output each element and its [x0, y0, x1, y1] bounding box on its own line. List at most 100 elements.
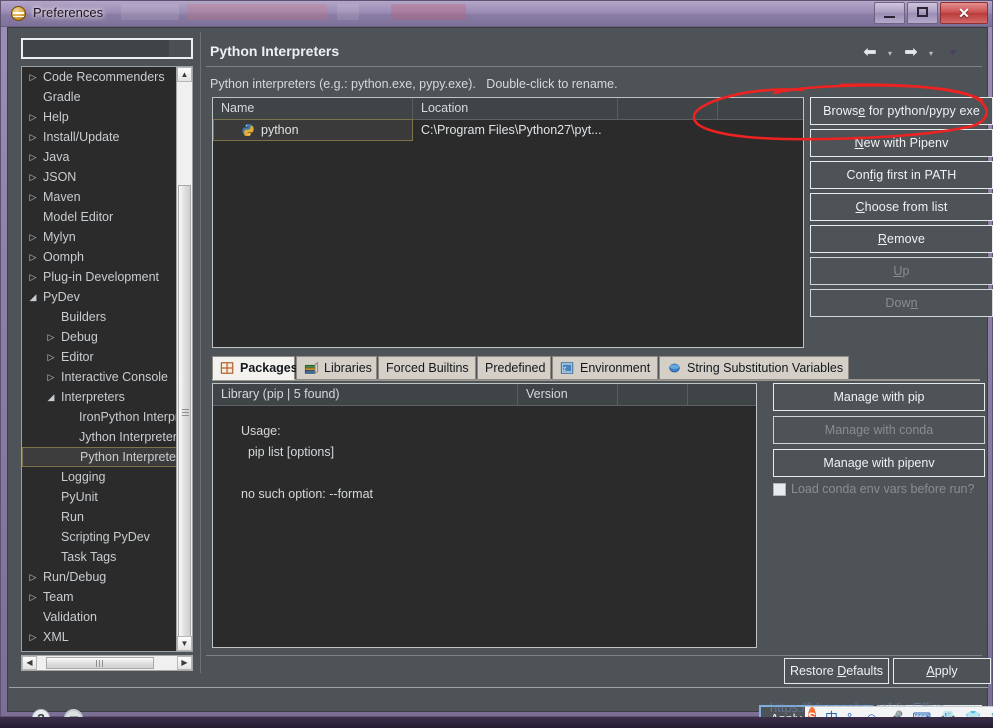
sidebar-item-validation[interactable]: Validation — [22, 607, 177, 627]
column-header-3[interactable] — [618, 98, 718, 119]
sidebar-item-editor[interactable]: ▷ Editor — [22, 347, 177, 367]
chevron-right-icon[interactable]: ▷ — [26, 147, 40, 167]
forward-dropdown-icon[interactable]: ▾ — [924, 43, 938, 63]
title-bar[interactable]: Preferences ✕ — [1, 1, 992, 27]
sidebar-item-ironpython-interpreter[interactable]: IronPython Interpreter — [22, 407, 192, 427]
minimize-button[interactable] — [874, 2, 905, 24]
sidebar-item-xml[interactable]: ▷ XML — [22, 627, 177, 647]
column-header-version[interactable]: Version — [518, 384, 618, 405]
column-header-4[interactable] — [688, 384, 756, 405]
maximize-button[interactable] — [907, 2, 938, 24]
chevron-right-icon[interactable]: ▷ — [26, 107, 40, 127]
sidebar-item-model-editor[interactable]: Model Editor — [22, 207, 177, 227]
column-header-3[interactable] — [618, 384, 688, 405]
scroll-up-icon[interactable]: ▲ — [177, 67, 192, 82]
tab-label: Libraries — [324, 361, 372, 375]
scroll-right-icon[interactable]: ▶ — [177, 656, 192, 670]
sidebar-item-label: Install/Update — [43, 130, 120, 144]
manage-with-pip-button[interactable]: Manage with pip — [773, 383, 985, 411]
tree-vertical-scrollbar[interactable]: ▲ ▼ — [176, 67, 192, 651]
column-header-4[interactable] — [718, 98, 803, 119]
manage-with-pipenv-button[interactable]: Manage with pipenv — [773, 449, 985, 477]
sidebar-item-plug-in-development[interactable]: ▷ Plug-in Development — [22, 267, 177, 287]
sidebar-item-mylyn[interactable]: ▷ Mylyn — [22, 227, 177, 247]
sidebar-item-maven[interactable]: ▷ Maven — [22, 187, 177, 207]
chevron-right-icon[interactable]: ▷ — [26, 127, 40, 147]
new-with-pipenv-button[interactable]: New with Pipenv — [810, 129, 993, 157]
filter-input[interactable] — [21, 38, 193, 59]
back-dropdown-icon[interactable]: ▾ — [883, 43, 897, 63]
sidebar-item-debug[interactable]: ▷ Debug — [22, 327, 177, 347]
chevron-right-icon[interactable]: ▷ — [26, 187, 40, 207]
tab-string-substitution-variables[interactable]: String Substitution Variables — [659, 356, 849, 380]
sidebar-item-java[interactable]: ▷ Java — [22, 147, 177, 167]
packages-scrollbar[interactable] — [761, 383, 771, 648]
sidebar-item-label: PyUnit — [61, 490, 98, 504]
sidebar-item-install-update[interactable]: ▷ Install/Update — [22, 127, 177, 147]
column-header-location[interactable]: Location — [413, 98, 618, 119]
chevron-right-icon[interactable]: ▷ — [44, 347, 58, 367]
sidebar-item-team[interactable]: ▷ Team — [22, 587, 177, 607]
apply-button[interactable]: Apply — [893, 658, 991, 684]
close-button[interactable]: ✕ — [940, 2, 988, 24]
forward-icon[interactable]: ➡ — [901, 43, 921, 63]
tree-hscroll-thumb[interactable] — [46, 657, 154, 669]
sidebar-item-pydev[interactable]: ◢ PyDev — [22, 287, 177, 307]
tab-environment[interactable]: z Environment — [552, 356, 658, 380]
sidebar-item-logging[interactable]: Logging — [22, 467, 177, 487]
sidebar-item-label: Interpreters — [61, 390, 125, 404]
config-first-in-path-button[interactable]: Config first in PATH — [810, 161, 993, 189]
tab-predefined[interactable]: Predefined — [477, 356, 551, 380]
column-header-library[interactable]: Library (pip | 5 found) — [213, 384, 518, 405]
chevron-right-icon[interactable]: ▷ — [26, 587, 40, 607]
chevron-right-icon[interactable]: ▷ — [44, 327, 58, 347]
tab-forced-builtins[interactable]: Forced Builtins — [378, 356, 476, 380]
browse-for-python-pypy-exe-button[interactable]: Browse for python/pypy exe — [810, 97, 993, 125]
sidebar-item-gradle[interactable]: Gradle — [22, 87, 177, 107]
tab-packages[interactable]: Packages — [212, 356, 298, 380]
chevron-down-icon[interactable]: ◢ — [26, 287, 40, 307]
pane-divider[interactable] — [200, 32, 201, 673]
manage-with-conda-button: Manage with conda — [773, 416, 985, 444]
sidebar-item-interactive-console[interactable]: ▷ Interactive Console — [22, 367, 177, 387]
scroll-down-icon[interactable]: ▼ — [177, 636, 192, 651]
sidebar-item-task-tags[interactable]: Task Tags — [22, 547, 177, 567]
chevron-down-icon[interactable]: ◢ — [44, 387, 58, 407]
sidebar-item-python-interpreter[interactable]: Python Interpreter — [22, 447, 180, 467]
chevron-right-icon[interactable]: ▷ — [26, 567, 40, 587]
sidebar-item-run-debug[interactable]: ▷ Run/Debug — [22, 567, 177, 587]
table-row[interactable]: python C:\Program Files\Python27\pyt... — [213, 119, 803, 141]
chevron-right-icon[interactable]: ▷ — [44, 367, 58, 387]
tab-libraries[interactable]: Libraries — [296, 356, 377, 380]
scroll-left-icon[interactable]: ◀ — [22, 656, 37, 670]
back-icon[interactable]: ⬅ — [860, 43, 880, 63]
sidebar-item-pyunit[interactable]: PyUnit — [22, 487, 177, 507]
sidebar-item-run[interactable]: Run — [22, 507, 177, 527]
sidebar-item-interpreters[interactable]: ◢ Interpreters — [22, 387, 177, 407]
sidebar-item-help[interactable]: ▷ Help — [22, 107, 177, 127]
choose-from-list-button[interactable]: Choose from list — [810, 193, 993, 221]
sidebar-item-code-recommenders[interactable]: ▷ Code Recommenders — [22, 67, 177, 87]
remove-button[interactable]: Remove — [810, 225, 993, 253]
tree-horizontal-scrollbar[interactable]: ◀ ▶ — [21, 655, 193, 671]
preferences-tree[interactable]: ▷ Code Recommenders Gradle ▷ Help ▷ Install/Up… — [21, 66, 193, 652]
sidebar-item-oomph[interactable]: ▷ Oomph — [22, 247, 177, 267]
chevron-right-icon[interactable]: ▷ — [26, 267, 40, 287]
sidebar-item-json[interactable]: ▷ JSON — [22, 167, 177, 187]
chevron-right-icon[interactable]: ▷ — [26, 227, 40, 247]
filter-clear-icon[interactable] — [169, 40, 191, 57]
restore-defaults-button[interactable]: Restore Defaults — [784, 658, 889, 684]
chevron-right-icon[interactable]: ▷ — [26, 247, 40, 267]
packages-table[interactable]: Library (pip | 5 found) Version Usage: p… — [212, 383, 757, 648]
interpreters-table[interactable]: Name Location python C:\Program Files\Py… — [212, 97, 804, 348]
page-menu-icon[interactable]: ▼ — [946, 43, 960, 63]
sidebar-item-scripting-pydev[interactable]: Scripting PyDev — [22, 527, 177, 547]
sidebar-item-jython-interpreter[interactable]: Jython Interpreter — [22, 427, 177, 447]
window-controls: ✕ — [874, 2, 988, 24]
chevron-right-icon[interactable]: ▷ — [26, 67, 40, 87]
sidebar-item-builders[interactable]: Builders — [22, 307, 177, 327]
column-header-name[interactable]: Name — [213, 98, 413, 119]
tree-scroll-thumb[interactable] — [178, 185, 191, 640]
chevron-right-icon[interactable]: ▷ — [26, 627, 40, 647]
chevron-right-icon[interactable]: ▷ — [26, 167, 40, 187]
